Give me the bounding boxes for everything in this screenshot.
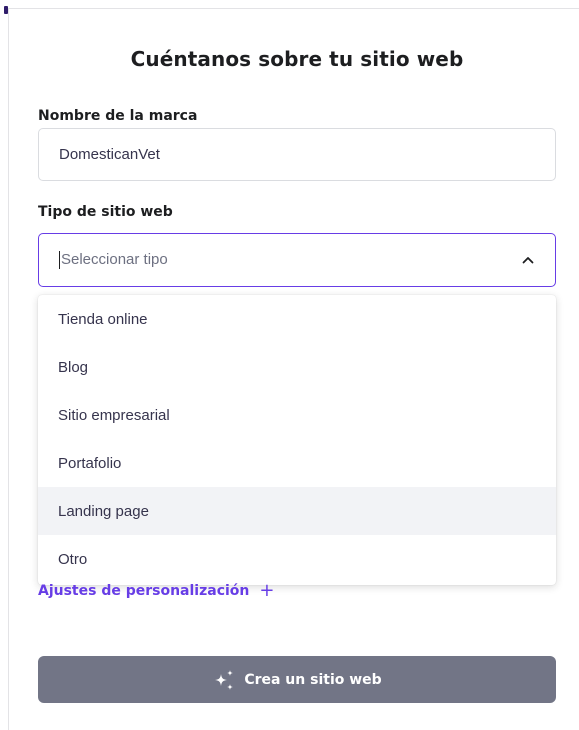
panel-left-border — [8, 8, 9, 730]
panel-top-border — [8, 8, 579, 9]
customization-settings-label: Ajustes de personalización — [38, 583, 250, 599]
plus-icon: + — [259, 580, 275, 601]
site-type-dropdown: Tienda online Blog Sitio empresarial Por… — [38, 295, 556, 585]
option-blog[interactable]: Blog — [38, 343, 556, 391]
option-landing-page[interactable]: Landing page — [38, 487, 556, 535]
sparkle-icon — [212, 668, 236, 692]
option-portafolio[interactable]: Portafolio — [38, 439, 556, 487]
brand-name-input[interactable]: DomesticanVet — [38, 128, 556, 181]
option-otro[interactable]: Otro — [38, 535, 556, 583]
site-type-label: Tipo de sitio web — [38, 204, 173, 220]
site-type-placeholder: Seleccionar tipo — [59, 251, 168, 269]
customization-settings-link[interactable]: Ajustes de personalización + — [38, 580, 275, 601]
chevron-up-icon[interactable] — [521, 253, 535, 267]
brand-name-value: DomesticanVet — [59, 146, 160, 163]
create-website-label: Crea un sitio web — [244, 671, 382, 688]
brand-name-label: Nombre de la marca — [38, 108, 198, 124]
site-type-select[interactable]: Seleccionar tipo — [38, 233, 556, 287]
option-tienda-online[interactable]: Tienda online — [38, 295, 556, 343]
page-title: Cuéntanos sobre tu sitio web — [130, 47, 464, 71]
create-website-button[interactable]: Crea un sitio web — [38, 656, 556, 703]
panel-corner-mark — [4, 6, 8, 14]
option-sitio-empresarial[interactable]: Sitio empresarial — [38, 391, 556, 439]
